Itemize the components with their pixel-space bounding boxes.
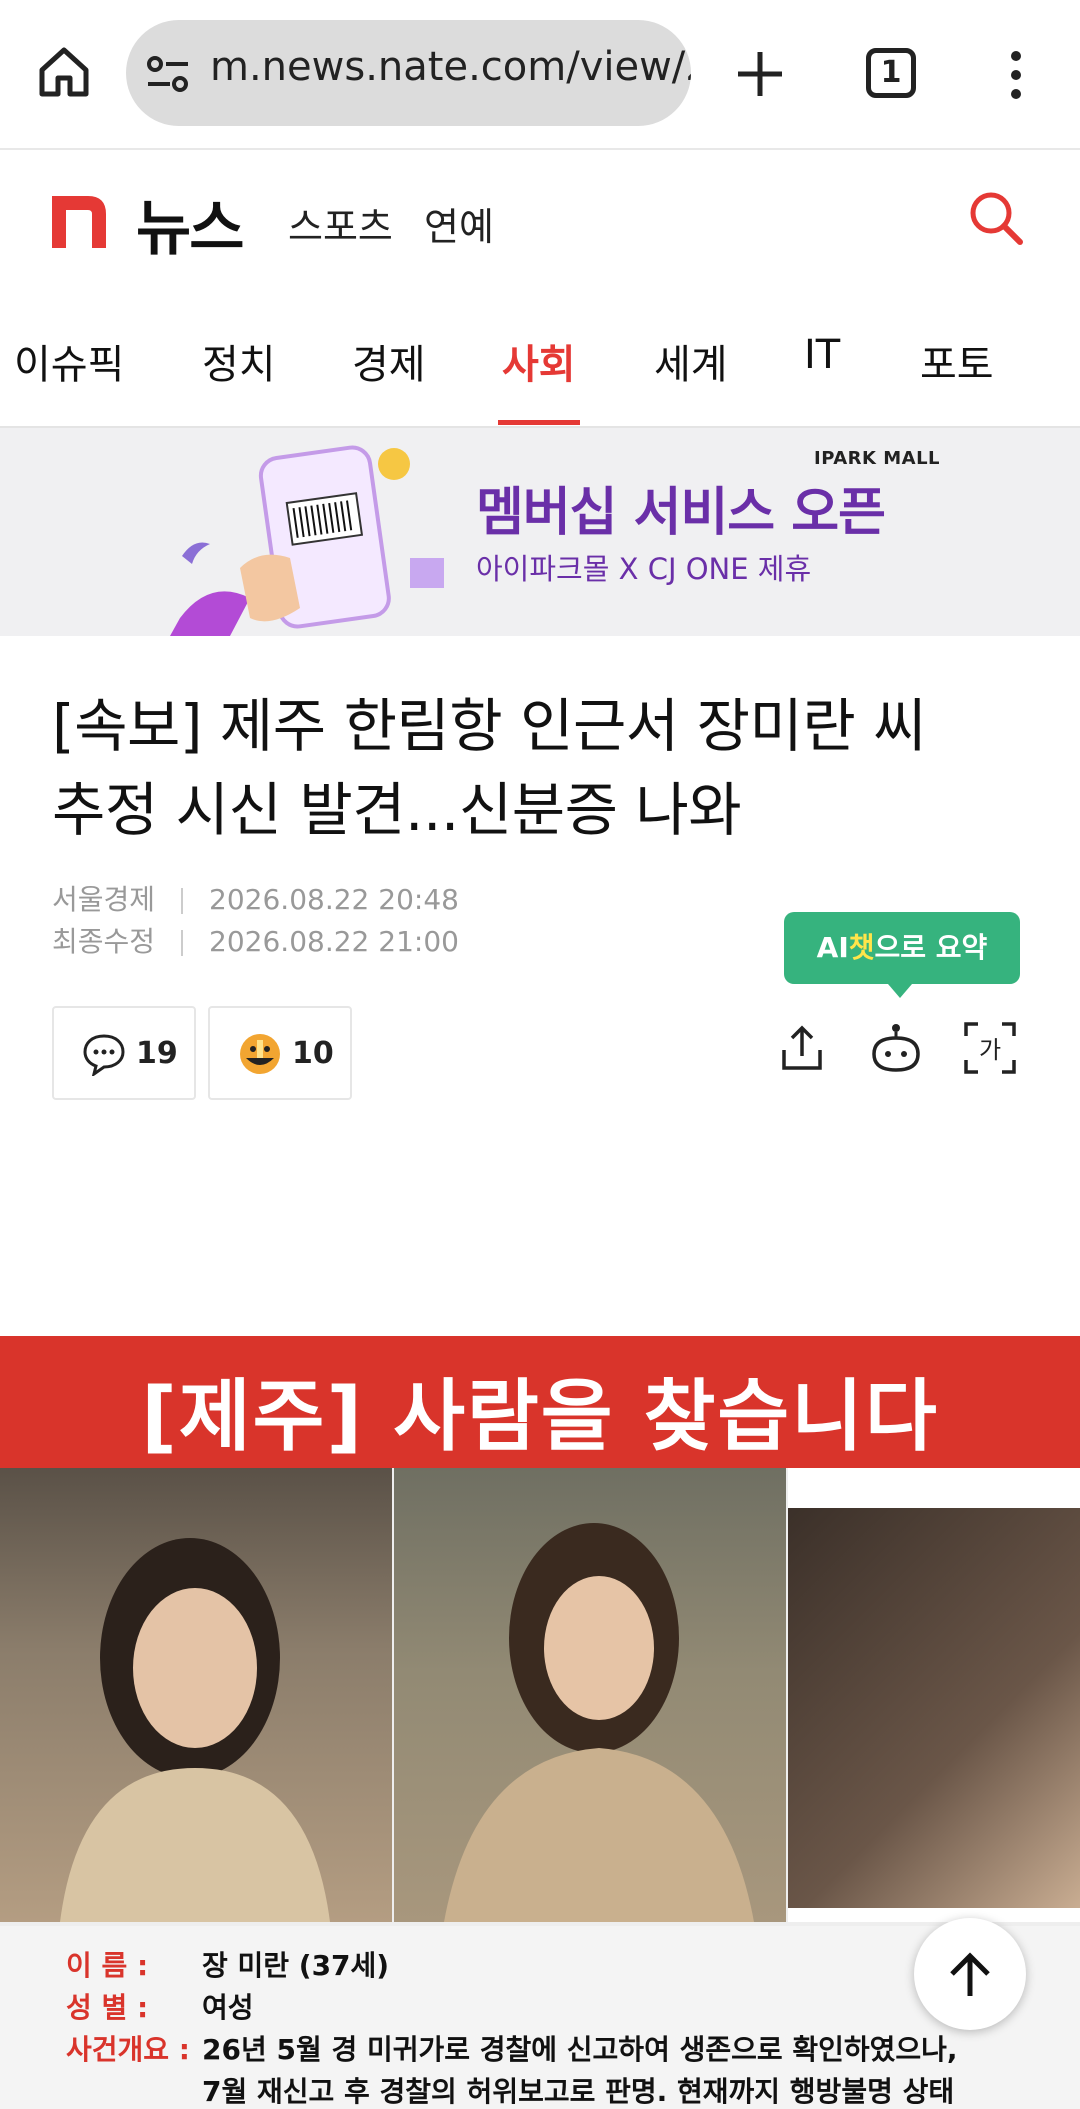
headline-line-2: 추정 시신 발견...신분증 나와 [52, 776, 742, 844]
published-time: 2026.08.22 20:48 [209, 883, 459, 916]
reaction-icon [240, 1034, 280, 1074]
info-name-row: 이 름 : 장 미란 (37세) [66, 1944, 389, 1984]
arrow-up-icon [950, 1952, 990, 1996]
tab-politics[interactable]: 정치 [202, 332, 276, 390]
info-case-row: 사건개요 : 26년 5월 경 미귀가로 경찰에 신고하여 생존으로 확인하였으나… [66, 2028, 958, 2068]
site-logo-text[interactable]: 뉴스 [136, 180, 244, 267]
info-gender-row: 성 별 : 여성 [66, 1986, 254, 2026]
source-name[interactable]: 서울경제 [52, 883, 155, 916]
search-icon[interactable] [966, 188, 1026, 248]
banner-brand: IPARK MALL [814, 448, 941, 469]
tune-icon[interactable] [146, 54, 190, 94]
tab-it[interactable]: IT [804, 332, 840, 378]
info-gender-value: 여성 [202, 1991, 254, 2024]
comment-icon [83, 1034, 125, 1076]
tooltip-tail [888, 984, 912, 998]
url-text[interactable]: m.news.nate.com/view/2 [210, 44, 691, 90]
banner-subtitle: 아이파크몰 X CJ ONE 제휴 [476, 552, 812, 586]
ai-prefix: AI [816, 931, 849, 964]
tab-society[interactable]: 사회 [502, 332, 576, 390]
plus-icon[interactable] [730, 44, 790, 104]
browser-toolbar: m.news.nate.com/view/2 1 [0, 0, 1080, 150]
more-vert-icon[interactable] [1008, 50, 1024, 100]
info-case-key: 사건개요 : [66, 2033, 190, 2066]
meta-divider [181, 930, 184, 956]
updated-label: 최종수정 [52, 925, 156, 958]
comment-count: 19 [136, 1036, 178, 1071]
tabs-icon[interactable]: 1 [866, 48, 916, 98]
svg-text:가: 가 [979, 1036, 1001, 1064]
tab-count: 1 [880, 55, 902, 90]
nate-logo-icon[interactable] [52, 196, 106, 248]
updated-time: 2026.08.22 21:00 [209, 925, 459, 958]
info-gender-key: 성 별 : [66, 1991, 149, 2024]
tab-photo[interactable]: 포토 [920, 332, 994, 390]
phone-barcode-illustration [170, 445, 444, 636]
info-name-key: 이 름 : [66, 1949, 149, 1982]
comment-button[interactable]: 19 [52, 1006, 196, 1100]
header-link-entertainment[interactable]: 연예 [424, 196, 494, 251]
font-size-icon[interactable]: 가 [962, 1020, 1018, 1076]
header-link-sports[interactable]: 스포츠 [288, 196, 393, 251]
tab-economy[interactable]: 경제 [352, 332, 426, 390]
info-name-value: 장 미란 (37세) [202, 1949, 390, 1982]
ad-banner[interactable]: IPARK MALL 멤버십 서비스 오픈 아이파크몰 X CJ ONE 제휴 [0, 428, 1080, 636]
share-icon[interactable] [774, 1020, 830, 1076]
category-nav: 이슈픽 정치 경제 사회 세계 IT 포토 [0, 292, 1080, 428]
headline-line-1: [속보] 제주 한림항 인근서 장미란 씨 [52, 692, 926, 760]
active-tab-indicator [498, 420, 580, 425]
reaction-button[interactable]: 10 [208, 1006, 352, 1100]
article-updated-row: 최종수정 2026.08.22 21:00 [52, 920, 459, 960]
site-header: 뉴스 스포츠 연예 [0, 150, 1080, 290]
photo-woman-2 [394, 1468, 786, 1922]
ai-highlight: 챗 [848, 931, 875, 964]
tab-issue-pick[interactable]: 이슈픽 [14, 332, 124, 390]
scroll-top-button[interactable] [914, 1918, 1026, 2030]
ai-summary-tooltip[interactable]: AI챗으로 요약 [784, 912, 1020, 984]
info-case-line-2: 7월 재신고 후 경찰의 허위보고로 판명. 현재까지 행방불명 상태 [202, 2075, 955, 2108]
photo-woman-1 [0, 1468, 392, 1922]
ai-suffix: 으로 요약 [874, 931, 988, 964]
ai-bot-icon[interactable] [868, 1020, 924, 1076]
home-icon[interactable] [36, 44, 92, 100]
poster-banner: [제주] 사람을 찾습니다 [0, 1336, 1080, 1468]
article-source-row: 서울경제 2026.08.22 20:48 [52, 878, 459, 918]
banner-title: 멤버십 서비스 오픈 [476, 483, 886, 543]
address-bar[interactable]: m.news.nate.com/view/2 [126, 20, 691, 126]
photo-wrist [788, 1468, 1080, 1922]
reaction-count: 10 [292, 1036, 334, 1071]
meta-divider [181, 888, 184, 914]
info-case-line-1: 26년 5월 경 미귀가로 경찰에 신고하여 생존으로 확인하였으나, [202, 2033, 958, 2066]
article-headline: [속보] 제주 한림항 인근서 장미란 씨 추정 시신 발견...신분증 나와 [52, 684, 1032, 852]
tab-world[interactable]: 세계 [654, 332, 728, 390]
poster-banner-text: [제주] 사람을 찾습니다 [141, 1372, 939, 1462]
